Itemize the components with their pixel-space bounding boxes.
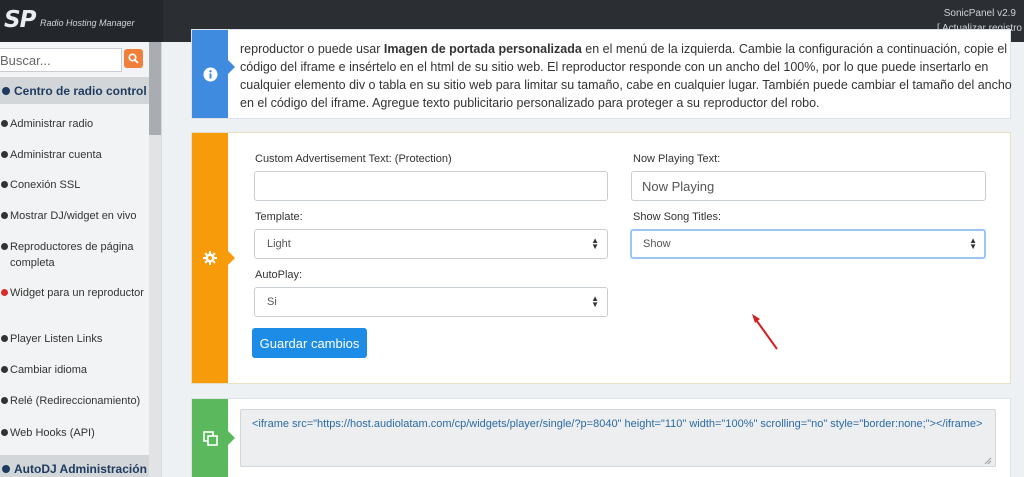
section-label: Centro de radio control [14,83,147,98]
sidebar-item-administrar-radio[interactable]: Administrar radio [0,116,148,132]
scrollbar-thumb[interactable] [149,42,161,135]
autoplay-value: Si [267,296,277,308]
sidebar-item-language[interactable]: Cambiar idioma [0,362,148,378]
sidebar-item-fullpage-players[interactable]: Reproductores de página completa [0,239,148,271]
sidebar-item-relay[interactable]: Relé (Redireccionamiento) [0,393,148,409]
sidebar-item-label: Administrar cuenta [10,149,102,161]
iframe-code-textarea[interactable]: <iframe src="https://host.audiolatam.com… [240,409,996,467]
gear-icon [203,251,217,265]
info-text: reproductor o puede usar Imagen de porta… [240,40,1020,112]
chevron-circle-icon [1,212,8,219]
sidebar-item-label: Widget para un reproductor [10,287,144,299]
search-bar [0,48,146,72]
sidebar-item-ssl[interactable]: Conexión SSL [0,177,148,193]
chevron-circle-icon [1,181,8,188]
settings-panel: Custom Advertisement Text: (Protection) … [191,132,1011,384]
ad-text-input[interactable] [254,171,608,201]
section-radio-control[interactable]: Centro de radio control [0,77,149,104]
info-tab-notch [228,60,235,74]
chevron-circle-icon [1,151,8,158]
ad-text-label: Custom Advertisement Text: (Protection) [255,153,452,165]
sidebar-scrollbar[interactable] [149,42,161,477]
sidebar-item-label: Web Hooks (API) [10,427,95,439]
code-tab [192,399,228,477]
section-icon [2,464,10,473]
autoplay-label: AutoPlay: [255,269,303,281]
sort-caret-icon: ▲ ▼ [969,236,977,251]
sidebar: Centro de radio control Administrar radi… [0,42,162,477]
sidebar-item-player-widget[interactable]: Widget para un reproductor [0,285,148,301]
now-playing-input[interactable] [631,171,986,201]
chevron-circle-icon [1,243,8,250]
sidebar-item-webhooks[interactable]: Web Hooks (API) [0,425,148,441]
chevron-circle-icon [1,397,8,404]
resize-handle-icon[interactable] [984,457,992,465]
chevron-circle-icon [1,120,8,127]
sidebar-item-dj-widget[interactable]: Mostrar DJ/widget en vivo [0,208,148,224]
search-icon [128,53,139,64]
song-titles-value: Show [643,238,671,250]
code-tab-notch [228,431,235,445]
info-text-bold: Imagen de portada personalizada [383,42,582,56]
template-select[interactable]: Light ▲ ▼ [254,229,608,259]
info-panel: reproductor o puede usar Imagen de porta… [191,29,1012,119]
version-label: SonicPanel v2.9 [943,8,1016,19]
settings-tab-notch [228,251,235,265]
chevron-circle-icon [1,429,8,436]
info-circle-icon [203,67,217,81]
section-autodj[interactable]: AutoDJ Administración [0,455,149,477]
logo-text: SP [4,7,36,33]
sidebar-item-label: Relé (Redireccionamiento) [10,395,141,407]
sidebar-item-label: Reproductores de página completa [10,241,134,269]
chevron-circle-icon [1,366,8,373]
section-label: AutoDJ Administración [14,461,147,476]
sort-caret-icon: ▲ ▼ [591,236,599,251]
save-button[interactable]: Guardar cambios [252,328,367,358]
sidebar-item-label: Player Listen Links [10,333,103,345]
sidebar-item-label: Mostrar DJ/widget en vivo [10,210,137,222]
chevron-circle-icon [1,289,8,296]
now-playing-label: Now Playing Text: [633,153,721,165]
sidebar-item-listen-links[interactable]: Player Listen Links [0,331,148,347]
sidebar-item-label: Conexión SSL [10,179,81,191]
sidebar-item-label: Administrar radio [10,118,94,130]
search-input[interactable] [0,48,122,72]
logo-subtitle: Radio Hosting Manager [40,18,135,28]
autoplay-select[interactable]: Si ▲ ▼ [254,287,608,317]
song-titles-label: Show Song Titles: [633,211,722,223]
info-tab [192,30,228,118]
search-button[interactable] [124,49,143,68]
code-panel: <iframe src="https://host.audiolatam.com… [191,398,1011,477]
sidebar-item-administrar-cuenta[interactable]: Administrar cuenta [0,147,148,163]
copy-icon [202,430,218,446]
sort-caret-icon: ▲ ▼ [591,294,599,309]
annotation-arrow-icon [752,314,778,350]
info-text-part: reproductor o puede usar [240,42,384,56]
sidebar-item-label: Cambiar idioma [10,364,88,376]
logo[interactable]: SP Radio Hosting Manager [0,0,163,42]
template-label: Template: [255,211,303,223]
chevron-circle-icon [1,335,8,342]
template-value: Light [267,238,291,250]
song-titles-select[interactable]: Show ▲ ▼ [630,229,986,259]
section-icon [2,86,10,95]
settings-tab [192,133,228,383]
